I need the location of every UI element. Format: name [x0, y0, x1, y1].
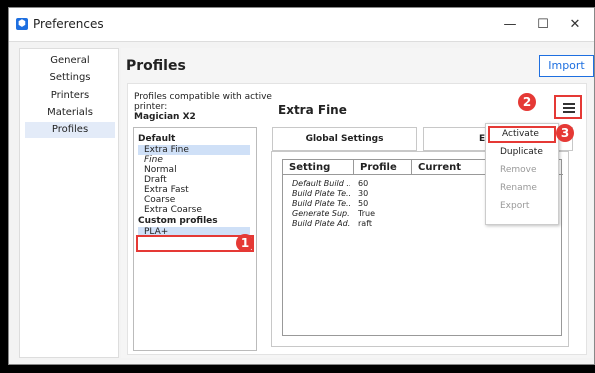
table-header-setting: Setting	[283, 160, 354, 175]
printer-name: Magician X2	[134, 112, 196, 122]
preferences-window: ⬢ Preferences — ☐ ✕ General Settings Pri…	[8, 7, 595, 365]
compat-text: Profiles compatible with active printer:…	[134, 92, 274, 122]
table-header-current: Current	[412, 160, 487, 175]
annotation-badge: 1	[236, 234, 254, 252]
title-bar: ⬢ Preferences — ☐ ✕	[9, 8, 594, 42]
tab-global-settings[interactable]: Global Settings	[272, 127, 417, 151]
table-cell-setting: Default Build ...	[292, 179, 350, 188]
profile-actions-menu: Activate Duplicate Remove Rename Export	[485, 123, 559, 225]
table-cell-setting: Build Plate Te...	[292, 199, 350, 208]
list-item[interactable]: Extra Coarse	[138, 205, 250, 215]
table-cell-setting: Build Plate Te...	[292, 189, 350, 198]
list-item[interactable]: Coarse	[138, 195, 250, 205]
sidebar-item-materials[interactable]: Materials	[25, 105, 115, 121]
sidebar-item-settings[interactable]: Settings	[25, 70, 115, 86]
table-cell-setting: Generate Sup...	[292, 209, 350, 218]
annotation-badge: 2	[518, 93, 536, 111]
list-item[interactable]: Fine	[138, 155, 250, 165]
menu-item-activate[interactable]: Activate	[488, 126, 556, 143]
list-heading-custom: Custom profiles	[138, 216, 218, 226]
list-item[interactable]: Extra Fine	[138, 145, 250, 155]
table-cell-profile: raft	[358, 219, 373, 228]
sidebar: General Settings Printers Materials Prof…	[19, 48, 119, 358]
import-button[interactable]: Import	[539, 55, 594, 77]
close-button[interactable]: ✕	[562, 14, 588, 36]
menu-item-remove[interactable]: Remove	[488, 162, 556, 179]
table-cell-setting: Build Plate Ad...	[292, 219, 350, 228]
table-cell-profile: True	[358, 209, 375, 218]
table-cell-profile: 30	[358, 189, 369, 198]
hamburger-icon	[563, 103, 575, 105]
table-header-profile: Profile	[354, 160, 412, 175]
list-heading-default: Default	[138, 134, 176, 144]
list-item[interactable]: Normal	[138, 165, 250, 175]
list-item[interactable]: Draft	[138, 175, 250, 185]
menu-item-duplicate[interactable]: Duplicate	[488, 144, 556, 161]
list-item[interactable]: Extra Fast	[138, 185, 250, 195]
annotation-badge: 3	[556, 124, 574, 142]
menu-item-export[interactable]: Export	[488, 198, 556, 215]
sidebar-item-profiles[interactable]: Profiles	[25, 122, 115, 138]
menu-item-rename[interactable]: Rename	[488, 180, 556, 197]
table-cell-profile: 50	[358, 199, 369, 208]
menu-button[interactable]	[554, 95, 582, 119]
window-title: Preferences	[33, 17, 104, 31]
sidebar-item-printers[interactable]: Printers	[25, 88, 115, 104]
selected-profile-heading: Extra Fine	[278, 103, 347, 117]
hamburger-icon-line	[563, 107, 575, 109]
compat-label: Profiles compatible with active printer:	[134, 92, 272, 112]
maximize-button[interactable]: ☐	[530, 14, 556, 36]
minimize-button[interactable]: —	[497, 14, 523, 36]
table-cell-profile: 60	[358, 179, 369, 188]
hamburger-icon-line	[563, 111, 575, 113]
sidebar-item-general[interactable]: General	[25, 53, 115, 69]
page-title: Profiles	[126, 58, 186, 74]
app-icon: ⬢	[16, 18, 28, 30]
